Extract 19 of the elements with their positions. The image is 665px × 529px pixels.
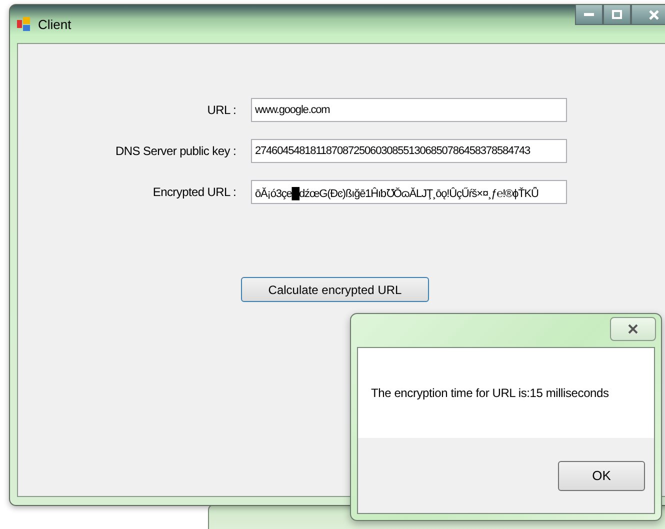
text-field[interactable]: ōĂ¡ó3çe█dźœG(Ðͼ)ßığē1Ĥıƅ℧ŎɷĂLJŢ¸ōǫ!ÛçŰŕš×¤¸ƒ℮!®ϕŤKǕ: [251, 180, 567, 204]
minimize-icon: [584, 12, 594, 16]
calculate-button[interactable]: Calculate encrypted URL: [241, 277, 429, 302]
close-button[interactable]: [610, 317, 656, 341]
close-icon: [648, 10, 658, 20]
close-button[interactable]: [631, 5, 665, 25]
close-icon: [627, 323, 639, 335]
maximize-button[interactable]: [603, 5, 631, 25]
app-icon: [16, 16, 32, 32]
dialog-message: The encryption time for URL is:15 milliseconds: [371, 386, 609, 400]
field-label: URL :: [206, 103, 236, 117]
field-label: Encrypted URL :: [152, 185, 236, 199]
minimize-button[interactable]: [575, 5, 603, 25]
field-label: DNS Server public key :: [114, 144, 236, 158]
text-field[interactable]: 27460454818118708725060308551306850786458378584743: [251, 139, 567, 163]
text-field[interactable]: www.google.com: [251, 98, 567, 122]
maximize-icon: [612, 10, 622, 19]
ok-button[interactable]: OK: [558, 460, 645, 490]
window-title: Client: [38, 16, 72, 32]
